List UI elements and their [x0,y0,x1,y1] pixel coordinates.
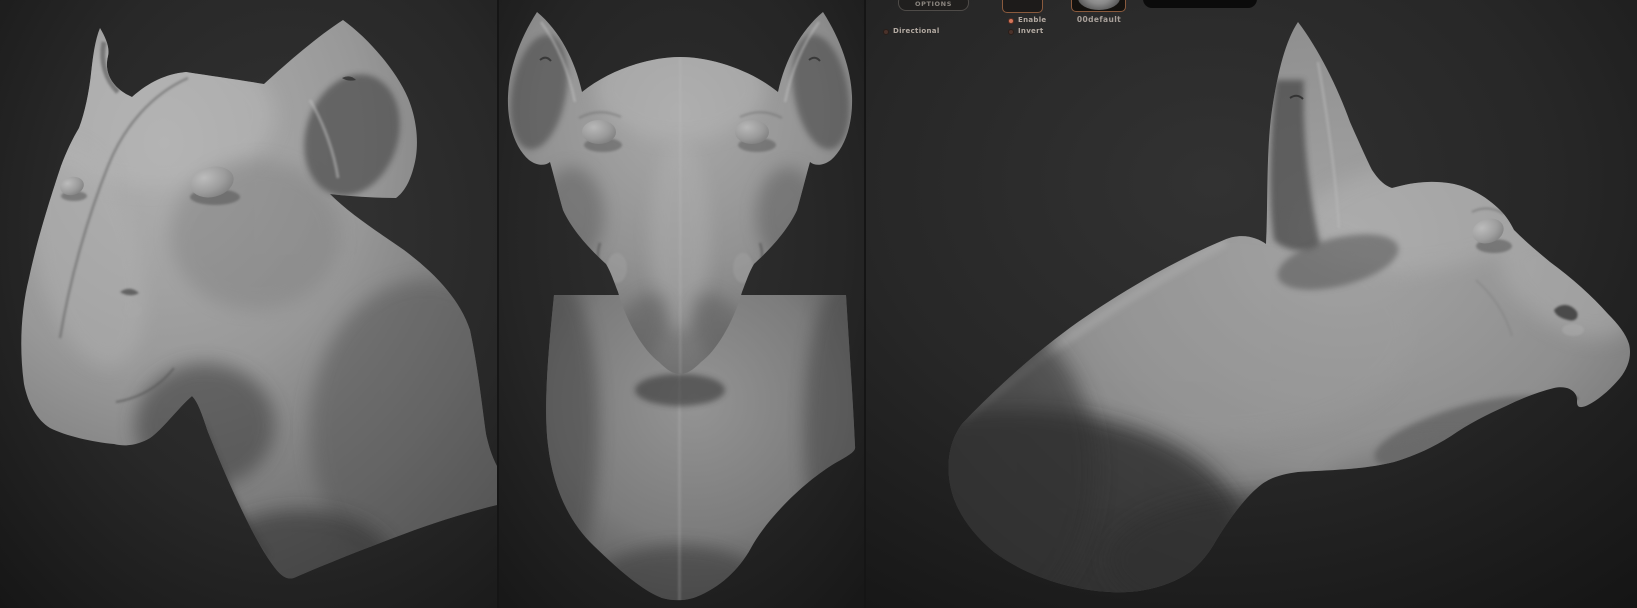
sculpt-canvas-three-quarter [0,0,497,608]
sculpt-canvas-side [866,0,1637,608]
sculpt-canvas-front [499,0,864,608]
directional-label: Directional [893,27,940,35]
material-thumbnail[interactable] [1071,0,1126,12]
eye-bump-left [582,120,616,144]
color-swatch-box[interactable] [1002,0,1043,13]
invert-label: Invert [1018,27,1044,35]
viewport-three-quarter[interactable] [0,0,497,608]
toolbar-pill-button[interactable] [1143,0,1257,8]
enable-radio-row[interactable]: Enable [1008,17,1046,24]
invert-radio-row[interactable]: Invert [1008,28,1044,35]
options-button[interactable]: OPTIONS [898,0,969,11]
viewport-side[interactable] [866,0,1637,608]
viewport-front[interactable] [499,0,864,608]
directional-radio-dot[interactable] [883,28,889,35]
directional-radio-row[interactable]: Directional [883,28,940,35]
invert-radio-dot[interactable] [1008,28,1014,35]
material-sphere-icon [1078,0,1120,10]
material-name: 00default [1076,15,1122,24]
sculpt-app-screenshot: OPTIONS 00default Directional Enable Inv… [0,0,1637,608]
enable-radio-dot[interactable] [1008,17,1014,24]
options-button-label: OPTIONS [915,0,952,8]
enable-label: Enable [1018,16,1047,24]
eye-bump-right [735,120,769,144]
